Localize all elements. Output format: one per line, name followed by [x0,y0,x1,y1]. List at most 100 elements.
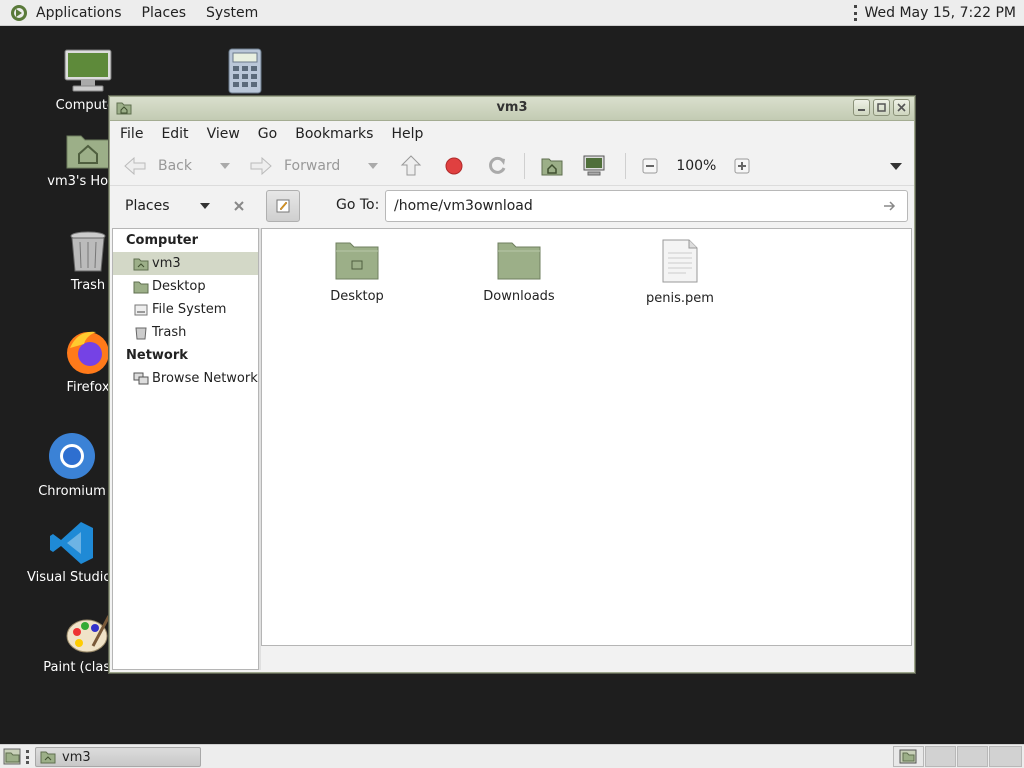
goto-label: Go To: [336,197,380,213]
places-sidebar: Computer vm3 Desktop File System Trash N… [112,228,259,670]
reload-icon [489,156,506,174]
location-input[interactable] [385,190,908,222]
edit-icon [276,199,290,213]
toolbar-overflow-button[interactable] [890,147,902,185]
computer-icon [583,155,605,176]
system-menu[interactable]: System [196,0,268,26]
close-icon [897,103,906,112]
home-folder-icon [541,158,563,176]
home-button[interactable] [541,147,563,185]
chevron-down-icon[interactable] [368,163,379,169]
minimize-button[interactable] [853,99,870,116]
location-bar: Places Go To: [110,185,914,227]
toggle-location-edit-button[interactable] [266,190,300,222]
chromium-icon [49,433,95,479]
desktop-icon-chromium[interactable]: Chromium [27,432,117,499]
network-icon [133,372,149,384]
sidebar-item-label: Browse Network [152,371,258,386]
sidebar-item-trash[interactable]: Trash [113,321,258,344]
sidebar-header: Places [110,185,260,227]
close-button[interactable] [893,99,910,116]
go-arrow-icon[interactable] [882,198,898,214]
window-titlebar[interactable]: vm3 [110,97,914,121]
file-view[interactable]: Desktop Downloads penis.pem [261,228,912,646]
zoom-out-button[interactable] [642,147,658,185]
show-desktop-icon[interactable] [3,748,21,765]
arrow-right-icon [250,156,272,176]
arrow-left-icon [124,156,146,176]
desktop-icon-label: Chromium [38,484,106,499]
file-item-penis-pem[interactable]: penis.pem [625,239,735,306]
zoom-out-icon [642,158,658,174]
file-item-downloads[interactable]: Downloads [464,239,574,304]
applications-menu[interactable]: Applications [34,0,132,26]
file-item-desktop[interactable]: Desktop [302,239,412,304]
back-label: Back [158,158,192,174]
workspace-3[interactable] [957,746,988,767]
forward-label: Forward [284,158,341,174]
calculator-icon [228,48,262,94]
home-folder-icon [40,751,56,764]
file-item-label: Desktop [330,289,384,304]
sidebar-section-computer: Computer [126,233,199,248]
chevron-down-icon [890,162,902,170]
file-item-label: Downloads [483,289,555,304]
zoom-in-icon [734,158,750,174]
workspace-4[interactable] [989,746,1022,767]
panel-handle-icon [26,750,29,764]
back-button[interactable]: Back [122,147,230,185]
arrow-up-icon [401,155,422,176]
trash-icon [135,327,147,339]
computer-button[interactable] [583,147,605,185]
taskbar-window-button[interactable]: vm3 [35,747,201,767]
desktop-icon-calculator[interactable] [215,48,275,98]
sidebar-item-file-system[interactable]: File System [113,298,258,321]
workspace-2[interactable] [925,746,956,767]
file-manager-window: vm3 File Edit View Go Bookmarks Help Bac… [109,96,915,673]
desktop-icon-label: Visual Studio Code [27,570,117,585]
file-item-label: penis.pem [646,291,714,306]
toolbar-separator [524,153,526,179]
workspace-1[interactable] [893,746,924,767]
zoom-level: 100% [676,158,717,174]
sidebar-item-label: vm3 [152,256,181,271]
menu-bookmarks[interactable]: Bookmarks [286,126,382,142]
menu-view[interactable]: View [198,126,249,142]
home-folder-icon [66,135,110,169]
folder-icon [497,242,541,280]
menu-help[interactable]: Help [382,126,432,142]
sidebar-item-label: Trash [152,325,187,340]
computer-icon [64,49,112,92]
stop-button[interactable] [444,147,464,185]
menu-file[interactable]: File [110,126,152,142]
home-folder-icon [899,749,917,764]
sidebar-item-desktop[interactable]: Desktop [113,275,258,298]
clock[interactable]: Wed May 15, 7:22 PM [865,5,1017,21]
firefox-icon [67,331,109,374]
menu-go[interactable]: Go [249,126,286,142]
distro-logo-icon[interactable] [10,4,28,22]
panel-handle-icon [853,5,857,21]
clock-area: Wed May 15, 7:22 PM [853,0,1017,26]
forward-button[interactable]: Forward [248,147,379,185]
menu-edit[interactable]: Edit [152,126,197,142]
status-bar [261,647,912,670]
close-sidebar-icon[interactable] [234,201,244,211]
vscode-icon [50,522,93,564]
desktop-icon-vscode[interactable]: Visual Studio Code [27,520,117,585]
up-button[interactable] [400,147,422,185]
chevron-down-icon[interactable] [220,163,230,169]
sidebar-item-vm3[interactable]: vm3 [113,252,258,275]
places-dropdown-label[interactable]: Places [125,198,170,214]
desktop-folder-icon [133,281,149,293]
reload-button[interactable] [486,147,508,185]
folder-icon [335,242,379,280]
chevron-down-icon[interactable] [200,203,210,209]
sidebar-item-browse-network[interactable]: Browse Network [113,367,258,390]
minimize-icon [858,109,865,111]
places-menu[interactable]: Places [132,0,197,26]
zoom-in-button[interactable] [734,147,750,185]
toolbar-separator [625,153,627,179]
sidebar-section-network: Network [126,348,188,363]
maximize-button[interactable] [873,99,890,116]
